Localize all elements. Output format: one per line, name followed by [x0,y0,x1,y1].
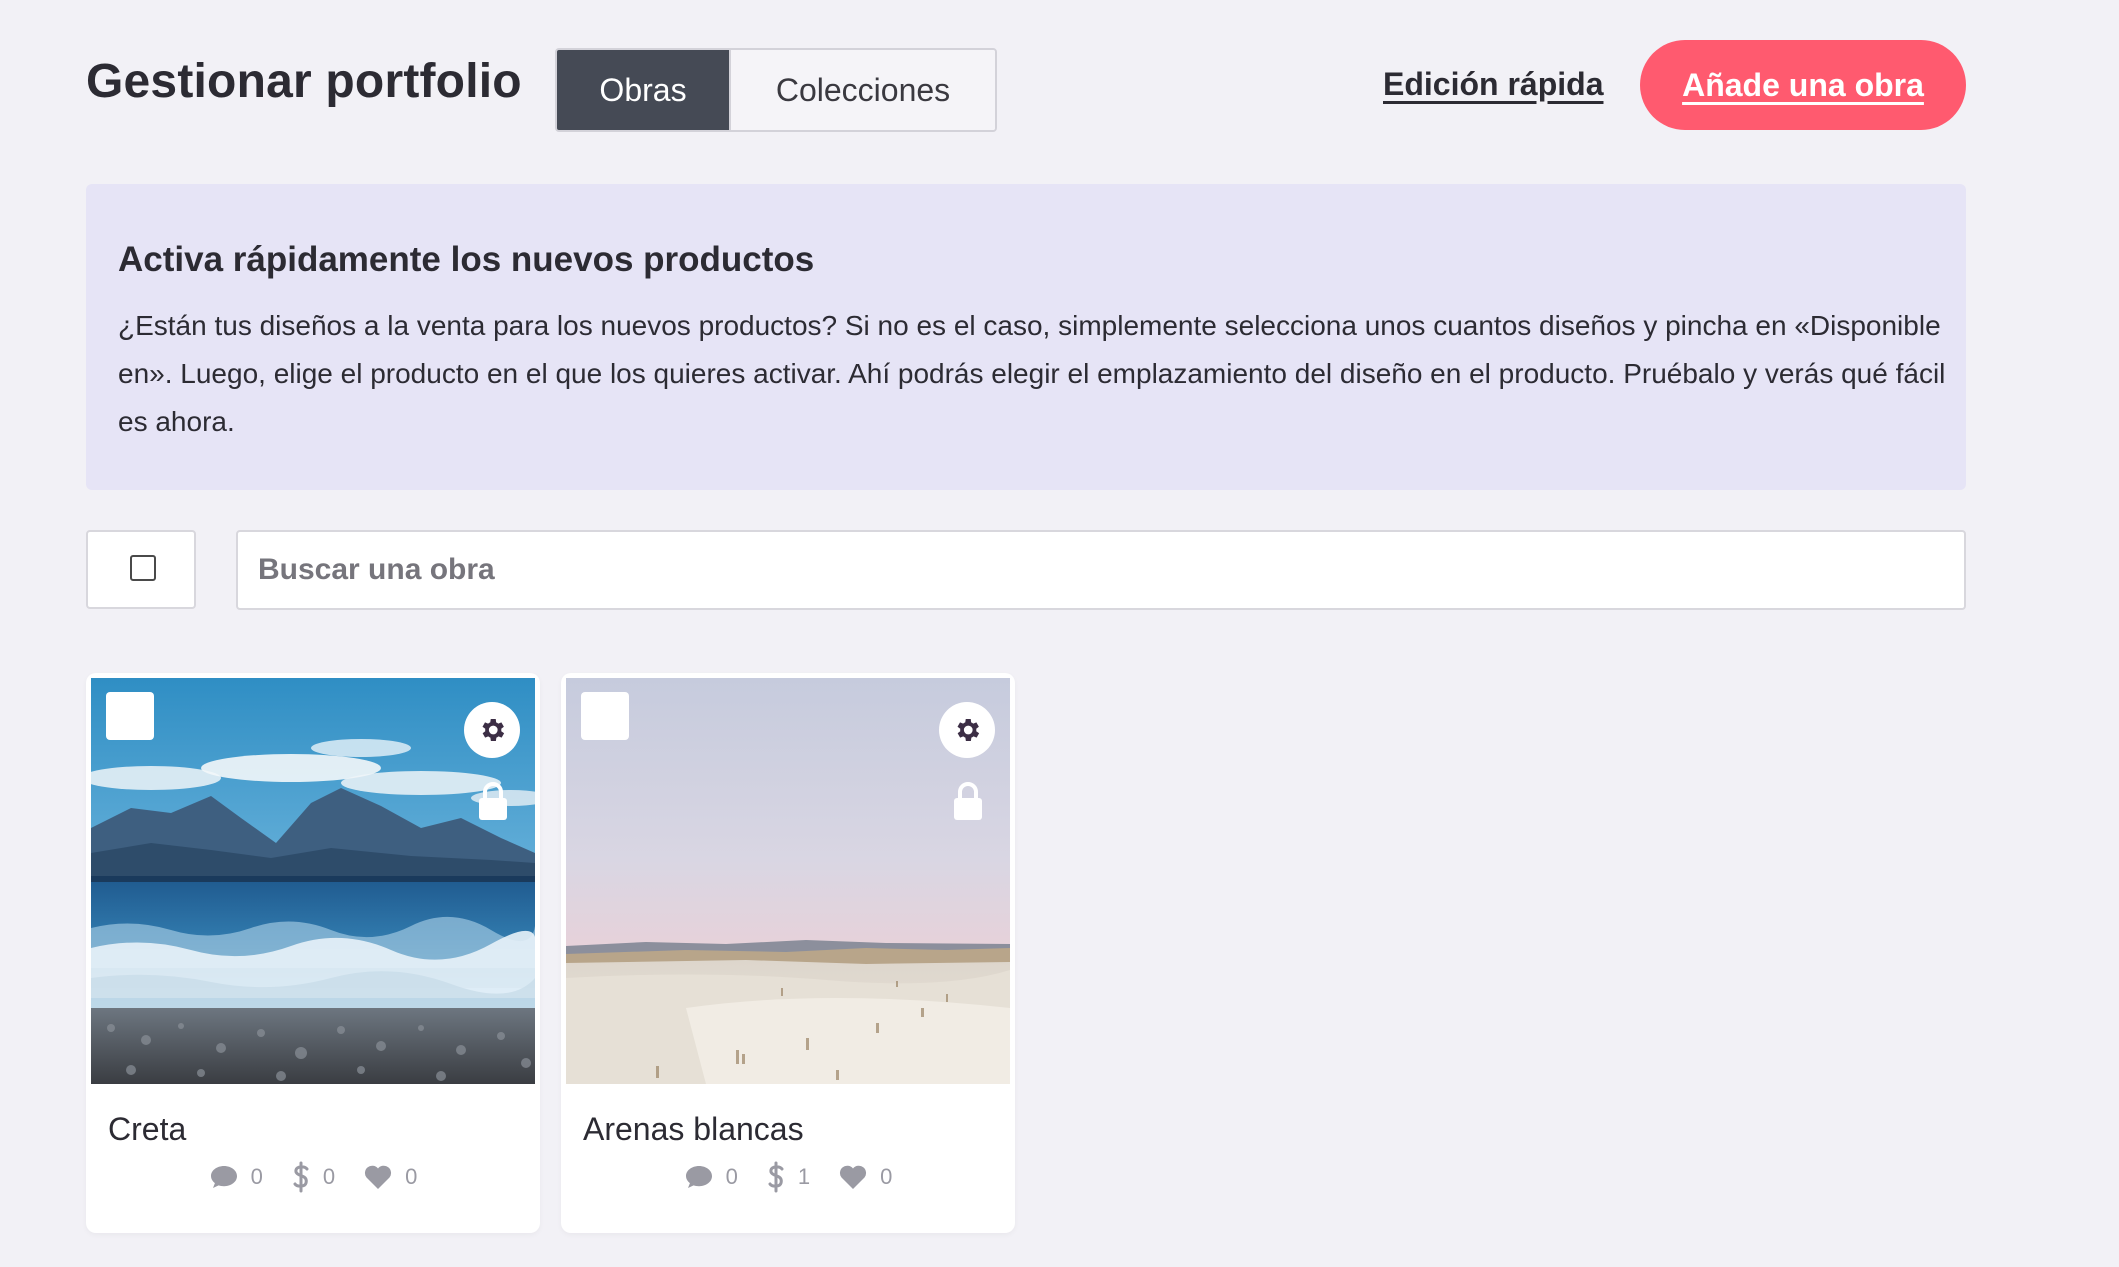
work-settings-button[interactable] [939,702,995,758]
work-title[interactable]: Arenas blancas [583,1111,804,1148]
work-stats: 0 0 0 [86,1161,540,1193]
gear-icon [482,719,505,741]
work-stats: 0 1 0 [561,1161,1015,1193]
work-card[interactable]: Arenas blancas 0 1 0 [561,673,1015,1233]
heart-icon [365,1165,392,1189]
dollar-icon [293,1161,309,1193]
comment-icon [210,1166,237,1188]
select-all-box[interactable] [86,530,196,609]
banner-title: Activa rápidamente los nuevos productos [118,240,815,279]
quick-edit-link[interactable]: Edición rápida [1383,66,1603,103]
comments-stat: 0 [684,1161,738,1193]
add-work-button[interactable]: Añade una obra [1640,40,1966,130]
lock-icon [954,782,982,820]
comments-stat: 0 [209,1161,263,1193]
select-all-checkbox[interactable] [130,555,156,581]
likes-stat: 0 [838,1161,892,1193]
work-select-checkbox[interactable] [581,692,629,740]
comments-count: 0 [725,1164,738,1189]
dollar-icon [768,1161,784,1193]
sales-count: 1 [797,1164,811,1189]
likes-count: 0 [405,1164,418,1189]
heart-icon [840,1165,867,1189]
tab-colecciones[interactable]: Colecciones [729,50,995,130]
tab-obras[interactable]: Obras [557,50,729,130]
gear-icon [957,719,980,741]
comment-icon [685,1166,712,1188]
likes-count: 0 [880,1164,893,1189]
portfolio-page: Gestionar portfolio Obras Colecciones Ed… [0,0,2119,1267]
work-title[interactable]: Creta [108,1111,186,1148]
sales-stat: 0 [291,1161,335,1193]
likes-stat: 0 [363,1161,417,1193]
work-select-checkbox[interactable] [106,692,154,740]
comments-count: 0 [250,1164,263,1189]
work-settings-button[interactable] [464,702,520,758]
search-input[interactable] [236,530,1966,610]
page-title: Gestionar portfolio [86,55,522,108]
sales-stat: 1 [766,1161,810,1193]
work-card[interactable]: Creta 0 0 0 [86,673,540,1233]
sales-count: 0 [322,1164,336,1189]
view-tabs: Obras Colecciones [555,48,997,132]
info-banner: Activa rápidamente los nuevos productos … [86,184,1966,490]
banner-text: ¿Están tus diseños a la venta para los n… [118,310,1946,437]
lock-icon [479,782,507,820]
